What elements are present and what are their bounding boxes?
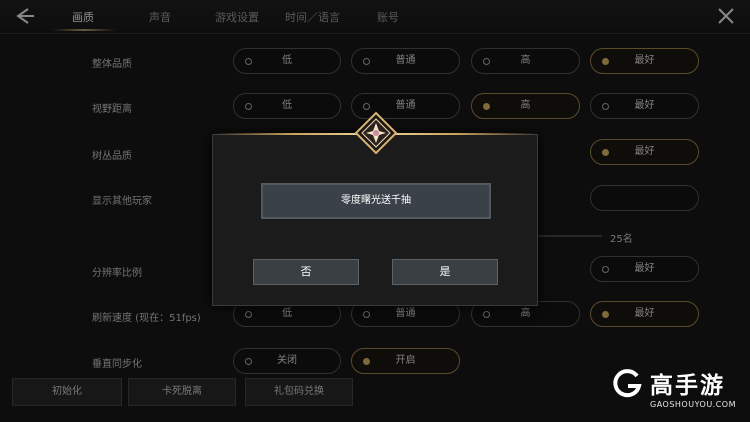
yes-button[interactable]: 是: [392, 259, 498, 285]
watermark-url: GAOSHOUYOU.COM: [650, 400, 737, 409]
crest-emblem-icon: [354, 111, 398, 155]
watermark-logo: 高手游 GAOSHOUYOU.COM: [612, 364, 740, 416]
no-button[interactable]: 否: [253, 259, 359, 285]
watermark-title: 高手游: [650, 373, 725, 399]
dialog-message: 零度曙光送千抽: [261, 183, 491, 219]
confirm-dialog: 零度曙光送千抽 否 是: [212, 111, 538, 306]
gaoshouyou-logo-icon: [613, 369, 642, 398]
